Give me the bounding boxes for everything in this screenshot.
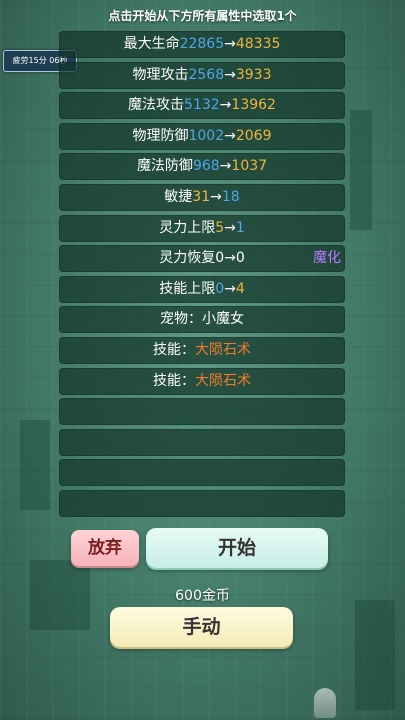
attr-row-skill-max: 技能上限0→4 (59, 275, 345, 303)
attr-new-value: 4 (235, 280, 245, 297)
attr-label: 技能： (153, 341, 195, 358)
bg-tile (350, 110, 372, 230)
attr-old-value: 2568 (188, 66, 225, 83)
skill-name: 大陨石术 (195, 372, 251, 389)
arrow: → (224, 127, 236, 144)
arrow: → (219, 97, 232, 114)
arrow: → (210, 188, 222, 205)
attr-old-value: 5132 (184, 97, 220, 114)
attr-label: 灵力恢复 (159, 250, 216, 267)
attr-row-pet: 宠物：小魔女 (59, 306, 345, 334)
empty-row (59, 398, 345, 426)
attr-new-value: 0 (235, 250, 245, 267)
arrow: → (224, 66, 236, 83)
attr-new-value: 2069 (235, 127, 272, 144)
arrow: → (224, 219, 236, 236)
attr-old-value: 5 (215, 219, 225, 236)
gold-cost-label: 600金币 (175, 588, 230, 604)
empty-row (59, 459, 345, 487)
bg-tile (20, 420, 50, 510)
attr-new-value: 1 (235, 219, 245, 236)
attr-old-value: 0 (215, 250, 225, 267)
attr-row-phys-attack: 物理攻击2568→3933 (59, 61, 345, 89)
manual-button[interactable]: 手动 (110, 607, 293, 647)
attr-label: 技能： (153, 372, 195, 389)
attr-label: 魔法防御 (136, 158, 193, 175)
arrow: → (224, 250, 236, 267)
attr-label: 魔法攻击 (128, 97, 185, 114)
attribute-list: 最大生命22865→48335 物理攻击2568→3933 魔法攻击5132→1… (59, 31, 345, 521)
attr-new-value: 48335 (235, 36, 281, 52)
instruction-title: 点击开始从下方所有属性中选取1个 (108, 9, 297, 23)
attr-new-value: 13962 (231, 97, 276, 114)
attr-label: 技能上限 (159, 280, 216, 297)
pet-name: 小魔女 (202, 311, 244, 328)
attr-row-spirit-max: 灵力上限5→1 (59, 214, 345, 242)
arrow: → (224, 36, 236, 52)
attr-old-value: 968 (192, 158, 220, 175)
attr-label: 物理防御 (132, 127, 189, 144)
attr-label: 物理攻击 (132, 66, 189, 83)
attr-old-value: 22865 (179, 36, 225, 52)
attr-new-value: 1037 (231, 158, 268, 175)
empty-row (59, 428, 345, 456)
attr-new-value: 3933 (235, 66, 272, 83)
attr-old-value: 0 (215, 280, 225, 297)
attr-old-value: 31 (192, 188, 211, 205)
attr-row-skill-2: 技能：大陨石术 (59, 367, 345, 395)
arrow: → (219, 158, 232, 175)
attr-row-agility: 敏捷31→18 (59, 183, 345, 211)
attr-old-value: 1002 (188, 127, 225, 144)
attr-row-max-hp: 最大生命22865→48335 (59, 31, 345, 58)
attr-label: 最大生命 (123, 36, 180, 52)
arrow: → (224, 280, 236, 297)
attr-label: 灵力上限 (159, 219, 216, 236)
attr-row-phys-defense: 物理防御1002→2069 (59, 122, 345, 150)
attr-row-spirit-regen: 灵力恢复0→0 魔化 (59, 245, 345, 273)
attr-new-value: 18 (221, 188, 240, 205)
demonize-tag: 魔化 (313, 250, 341, 267)
empty-row (59, 489, 345, 517)
giveup-button[interactable]: 放弃 (71, 530, 139, 566)
attr-label: 敏捷 (164, 188, 193, 205)
bg-tile (355, 600, 395, 710)
start-button[interactable]: 开始 (146, 528, 328, 568)
statue-icon (314, 688, 336, 718)
attr-row-magic-defense: 魔法防御968→1037 (59, 153, 345, 181)
skill-name: 大陨石术 (195, 341, 251, 358)
attr-label: 宠物： (160, 311, 202, 328)
attr-row-magic-attack: 魔法攻击5132→13962 (59, 92, 345, 120)
attr-row-skill-1: 技能：大陨石术 (59, 336, 345, 364)
